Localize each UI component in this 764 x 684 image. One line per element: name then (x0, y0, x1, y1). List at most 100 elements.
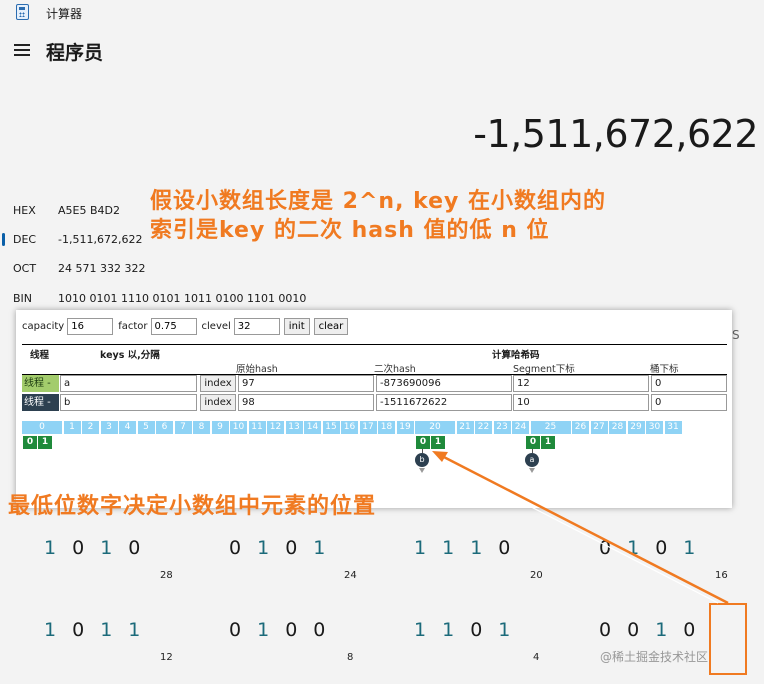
lowest-bit-highlight (709, 603, 747, 675)
radix-bin[interactable]: BIN 1010 0101 1110 0101 1011 0100 1101 0… (0, 284, 320, 312)
bit-group: 1110 (414, 537, 526, 559)
radix-value: -1,511,672,622 (58, 232, 143, 246)
second-hash-field: -873690096 (376, 375, 512, 392)
header-keys: keys 以,分隔 (100, 350, 160, 361)
bit-digit: 1 (683, 537, 712, 559)
segment-slot[interactable]: 2 (82, 421, 99, 434)
header-raw-hash: 原始hash (236, 364, 278, 375)
callout-top-line2: 索引是key 的二次 hash 值的低 n 位 (150, 218, 550, 243)
bucket-bit: 0 (23, 436, 37, 449)
bit-group-digits: 0010 (599, 619, 711, 641)
segment-slot[interactable]: 9 (211, 421, 229, 434)
segment-slot[interactable]: 7 (174, 421, 192, 434)
segment-slot[interactable]: 28 (609, 421, 626, 434)
bit-group: 1010 (44, 537, 156, 559)
segment-slot[interactable]: 3 (100, 421, 118, 434)
segment-slot[interactable]: 5 (137, 421, 155, 434)
bit-group: 0101 (229, 537, 341, 559)
bit-digit: 1 (414, 537, 443, 559)
segment-slot[interactable]: 11 (248, 421, 266, 434)
segment-slot[interactable]: 21 (456, 421, 474, 434)
bucket-bit: 1 (541, 436, 555, 449)
key-input[interactable]: a (60, 375, 197, 392)
segment-slot[interactable]: 31 (664, 421, 682, 434)
header-segment-index: Segment下标 (513, 364, 575, 375)
radix-value: A5E5 B4D2 (58, 203, 120, 217)
factor-input[interactable] (150, 318, 197, 335)
segment-slot[interactable]: 1 (63, 421, 81, 434)
segment-slot[interactable]: 30 (646, 421, 663, 434)
bit-position-label: 4 (533, 652, 540, 663)
control-bar: capacity factor clevel init clear (22, 318, 349, 335)
bit-digit: 1 (44, 619, 73, 641)
bit-group-digits: 0101 (599, 537, 711, 559)
segment-slot[interactable]: 6 (156, 421, 173, 434)
segment-slot[interactable]: 24 (512, 421, 529, 434)
radix-label: HEX (13, 203, 36, 217)
segment-slot[interactable]: 20 (415, 421, 455, 434)
bit-digit: 0 (72, 537, 101, 559)
clevel-label: clevel (201, 321, 231, 332)
raw-hash-field: 98 (238, 394, 374, 411)
index-button[interactable]: index (200, 394, 236, 411)
bit-position-label: 20 (530, 570, 543, 581)
segment-slot[interactable]: 4 (119, 421, 136, 434)
segment-field: 10 (513, 394, 649, 411)
segment-slot[interactable]: 29 (627, 421, 645, 434)
segment-slot[interactable]: 25 (530, 421, 571, 434)
segment-slot[interactable]: 16 (341, 421, 358, 434)
segment-slot[interactable]: 0 (22, 421, 62, 434)
bit-digit: 0 (683, 619, 712, 641)
segment-slot[interactable]: 27 (590, 421, 608, 434)
bucket-field: 0 (651, 375, 727, 392)
radix-oct[interactable]: OCT 24 571 332 322 (0, 254, 320, 282)
bit-group-digits: 0101 (229, 537, 341, 559)
segment-slot[interactable]: 18 (378, 421, 395, 434)
segment-slot[interactable]: 17 (359, 421, 377, 434)
bit-digit: 0 (72, 619, 101, 641)
segment-slot[interactable]: 8 (193, 421, 210, 434)
hamburger-menu-icon[interactable] (14, 44, 30, 56)
clevel-input[interactable] (233, 318, 280, 335)
thread-tag: 线程 - 1 (22, 375, 59, 406)
node-arrow-icon (529, 468, 535, 473)
node-a[interactable]: a (525, 453, 539, 467)
bit-digit: 0 (285, 537, 314, 559)
segment-slot[interactable]: 22 (475, 421, 492, 434)
segment-slot[interactable]: 13 (285, 421, 303, 434)
watermark: @稀土掘金技术社区 (600, 650, 709, 664)
index-button[interactable]: index (200, 375, 236, 392)
radix-value: 24 571 332 322 (58, 261, 146, 275)
hash-demo-panel: capacity factor clevel init clear 线程 key… (16, 310, 732, 508)
segment-slot[interactable]: 10 (230, 421, 247, 434)
segment-slot[interactable]: 23 (493, 421, 511, 434)
bit-digit: 1 (257, 537, 286, 559)
bit-digit: 0 (128, 537, 157, 559)
init-button[interactable]: init (283, 318, 310, 335)
segment-slot[interactable]: 19 (396, 421, 414, 434)
segment-slot[interactable]: 15 (322, 421, 340, 434)
title-bar: 计算器 (0, 0, 764, 26)
bit-position-label: 8 (347, 652, 354, 663)
header-divider (22, 344, 727, 345)
bit-group: 0101 (599, 537, 711, 559)
bit-digit: 0 (655, 537, 684, 559)
bit-group: 1011 (44, 619, 156, 641)
radix-label: DEC (13, 232, 37, 246)
segment-slot[interactable]: 26 (572, 421, 589, 434)
bit-digit: 0 (313, 619, 342, 641)
key-input[interactable]: b (60, 394, 197, 411)
bucket-bit: 0 (416, 436, 430, 449)
second-hash-field: -1511672622 (376, 394, 512, 411)
header-second-hash: 二次hash (374, 364, 416, 375)
bit-position-label: 16 (715, 570, 728, 581)
segment-slot[interactable]: 12 (267, 421, 284, 434)
bit-digit: 1 (442, 537, 471, 559)
bit-digit: 1 (257, 619, 286, 641)
bit-digit: 0 (599, 619, 628, 641)
node-b[interactable]: b (415, 453, 429, 467)
bit-group: 1101 (414, 619, 526, 641)
capacity-input[interactable] (67, 318, 114, 335)
segment-slot[interactable]: 14 (304, 421, 321, 434)
clear-button[interactable]: clear (313, 318, 349, 335)
